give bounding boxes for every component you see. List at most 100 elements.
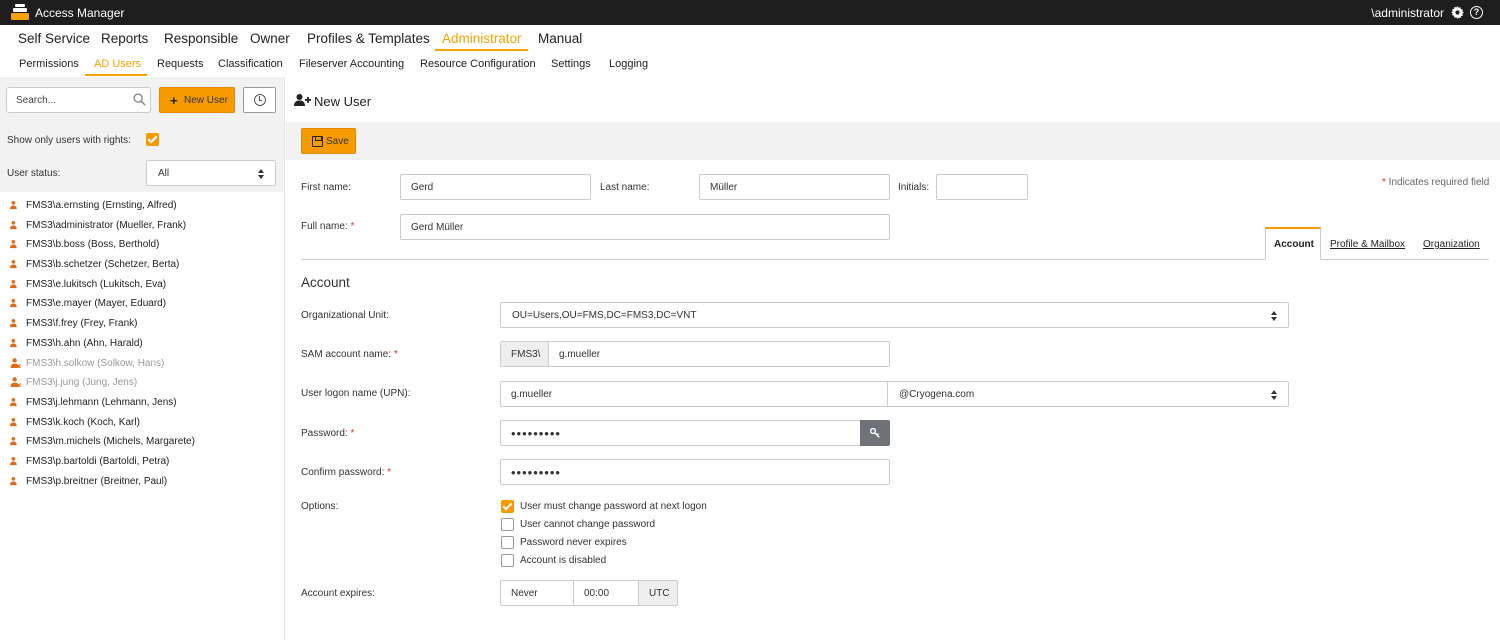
expires-time-input[interactable]: 00:00 <box>573 580 639 606</box>
nav-self-service[interactable]: Self Service <box>18 31 90 46</box>
nav-administrator[interactable]: Administrator <box>442 31 522 46</box>
user-name: FMS3\h.solkow (Solkow, Hans) <box>26 357 165 369</box>
option-label: User cannot change password <box>520 519 656 530</box>
last-name-input[interactable] <box>699 174 890 200</box>
required-note-text: Indicates required field <box>1385 177 1490 188</box>
nav-owner[interactable]: Owner <box>250 31 290 46</box>
required-star: * <box>347 221 355 232</box>
user-list-item[interactable]: FMS3\h.ahn (Ahn, Harald) <box>0 334 284 354</box>
user-icon <box>10 456 17 466</box>
option-checkbox[interactable] <box>501 518 514 531</box>
status-select[interactable]: All <box>146 160 276 186</box>
history-button[interactable] <box>243 87 276 113</box>
user-name: FMS3\j.lehmann (Lehmann, Jens) <box>26 396 177 408</box>
user-icon <box>10 260 17 269</box>
option-checkbox[interactable] <box>501 536 514 549</box>
user-name: FMS3\h.ahn (Ahn, Harald) <box>26 337 143 349</box>
sam-label: SAM account name: * <box>301 349 398 360</box>
user-icon <box>10 319 17 328</box>
user-list-item[interactable]: FMS3\b.boss (Boss, Berthold) <box>0 235 284 255</box>
first-name-input[interactable] <box>400 174 591 200</box>
sam-prefix: FMS3\ <box>500 341 549 367</box>
tab-profile-mailbox[interactable]: Profile & Mailbox <box>1330 239 1405 250</box>
expires-timezone: UTC <box>638 580 678 606</box>
plus-icon: + <box>170 93 178 108</box>
initials-label: Initials: <box>898 182 930 193</box>
option-label: Account is disabled <box>520 555 607 566</box>
confirm-password-input[interactable] <box>500 459 890 485</box>
option-label: Password never expires <box>520 537 627 548</box>
page-header: New User <box>286 77 1500 122</box>
sidebar: + New User Show only users with rights: … <box>0 77 285 640</box>
user-icon <box>10 417 17 426</box>
subnav-permissions[interactable]: Permissions <box>19 58 79 70</box>
new-user-button[interactable]: + New User <box>159 87 235 113</box>
user-list-item[interactable]: FMS3\p.breitner (Breitner, Paul) <box>0 472 284 492</box>
option-checkbox[interactable] <box>501 500 514 513</box>
user-list-item[interactable]: FMS3\j.jung (Jung, Jens) <box>0 373 284 393</box>
show-only-checkbox[interactable] <box>146 133 159 146</box>
nav-profiles-templates[interactable]: Profiles & Templates <box>307 31 430 46</box>
nav-responsible[interactable]: Responsible <box>164 31 238 46</box>
user-list-item[interactable]: FMS3\j.lehmann (Lehmann, Jens) <box>0 393 284 413</box>
user-list-item[interactable]: FMS3\administrator (Mueller, Frank) <box>0 216 284 236</box>
last-name-label: Last name: <box>600 182 650 193</box>
generate-password-button[interactable] <box>860 420 890 446</box>
user-name: FMS3\m.michels (Michels, Margarete) <box>26 436 195 448</box>
password-input[interactable] <box>500 420 861 446</box>
user-list-item[interactable]: FMS3\f.frey (Frey, Frank) <box>0 314 284 334</box>
user-list-item[interactable]: FMS3\b.schetzer (Schetzer, Berta) <box>0 255 284 275</box>
user-name: FMS3\e.mayer (Mayer, Eduard) <box>26 298 167 310</box>
subnav-ad-users[interactable]: AD Users <box>94 58 141 70</box>
subnav-fileserver-accounting[interactable]: Fileserver Accounting <box>299 58 404 70</box>
subnav-settings[interactable]: Settings <box>551 58 591 70</box>
full-name-input[interactable] <box>400 214 890 240</box>
gear-icon[interactable] <box>1451 6 1464 19</box>
nav-manual[interactable]: Manual <box>538 31 582 46</box>
user-list-item[interactable]: FMS3\k.koch (Koch, Karl) <box>0 413 284 433</box>
user-list-item[interactable]: FMS3\e.lukitsch (Lukitsch, Eva) <box>0 275 284 295</box>
user-icon <box>10 240 17 249</box>
expires-date-input[interactable]: Never <box>500 580 574 606</box>
save-icon <box>312 136 323 147</box>
select-arrows-icon <box>1271 311 1278 321</box>
option-checkbox[interactable] <box>501 554 514 567</box>
account-expires-label: Account expires: <box>301 588 375 599</box>
subnav-resource-configuration[interactable]: Resource Configuration <box>420 58 536 70</box>
user-list-item[interactable]: FMS3\h.solkow (Solkow, Hans) <box>0 354 284 374</box>
user-list-item[interactable]: FMS3\e.mayer (Mayer, Eduard) <box>0 294 284 314</box>
required-star: * <box>347 428 355 439</box>
sub-nav: Permissions AD Users Requests Classifica… <box>0 51 1500 77</box>
tab-account[interactable]: Account <box>1274 239 1314 250</box>
option-label: User must change password at next logon <box>520 501 707 512</box>
options-label: Options: <box>301 501 339 512</box>
sam-input[interactable] <box>548 341 890 367</box>
user-list-item[interactable]: FMS3\a.ernsting (Ernsting, Alfred) <box>0 196 284 216</box>
required-star: * <box>384 467 392 478</box>
subnav-logging[interactable]: Logging <box>609 58 648 70</box>
user-list-item[interactable]: FMS3\p.bartoldi (Bartoldi, Petra) <box>0 452 284 472</box>
new-user-label: New User <box>184 95 228 106</box>
search-input[interactable] <box>6 87 151 113</box>
help-icon[interactable]: ? <box>1470 6 1483 19</box>
subnav-requests[interactable]: Requests <box>157 58 203 70</box>
app-logo-icon <box>11 4 29 20</box>
upn-input[interactable] <box>500 381 888 407</box>
current-user[interactable]: \administrator <box>1371 6 1444 20</box>
user-name: FMS3\j.jung (Jung, Jens) <box>26 377 138 389</box>
save-button[interactable]: Save <box>301 128 356 154</box>
status-value: All <box>158 168 170 179</box>
user-name: FMS3\f.frey (Frey, Frank) <box>26 318 138 330</box>
initials-input[interactable] <box>936 174 1028 200</box>
confirm-password-label-text: Confirm password: <box>301 467 385 478</box>
tab-organization[interactable]: Organization <box>1423 239 1480 250</box>
subnav-classification[interactable]: Classification <box>218 58 283 70</box>
sam-prefix-text: FMS3\ <box>511 349 541 360</box>
user-list-item[interactable]: FMS3\m.michels (Michels, Margarete) <box>0 432 284 452</box>
user-name: FMS3\b.boss (Boss, Berthold) <box>26 239 160 251</box>
toolbar: Save <box>286 122 1500 160</box>
nav-reports[interactable]: Reports <box>101 31 148 46</box>
ou-select[interactable]: OU=Users,OU=FMS,DC=FMS3,DC=VNT <box>500 302 1289 328</box>
upn-domain-select[interactable]: @Cryogena.com <box>887 381 1289 407</box>
user-list: FMS3\a.ernsting (Ernsting, Alfred) FMS3\a… <box>0 196 284 491</box>
